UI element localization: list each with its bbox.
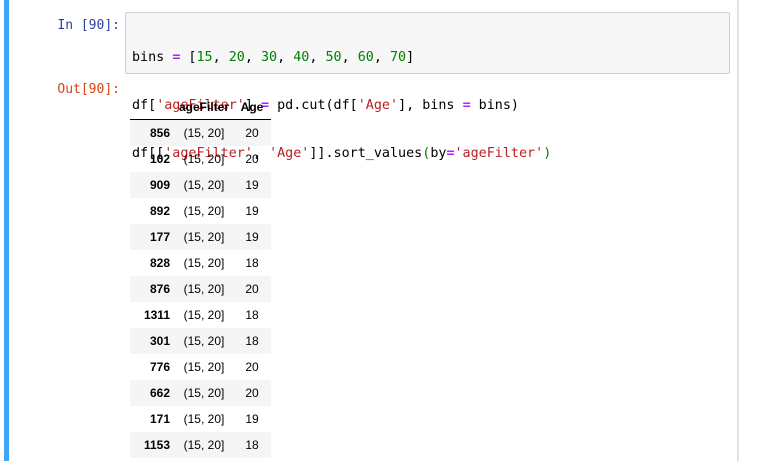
table-row: 1311 (15, 20] 18: [130, 302, 271, 328]
cell-age: 18: [245, 308, 259, 322]
row-index: 171: [149, 412, 170, 426]
row-index: 301: [149, 334, 170, 348]
cell-agefilter: (15, 20]: [183, 334, 225, 348]
row-index: 909: [149, 178, 170, 192]
cell-agefilter: (15, 20]: [183, 204, 225, 218]
row-index: 856: [149, 126, 170, 140]
cell-agefilter: (15, 20]: [183, 256, 225, 270]
input-prompt: In [90]:: [57, 18, 120, 33]
row-index: 876: [149, 282, 170, 296]
table-row: 1153 (15, 20] 18: [130, 432, 271, 458]
table-row: 856 (15, 20] 20: [130, 119, 271, 146]
cell-agefilter: (15, 20]: [183, 438, 225, 452]
table-row: 892 (15, 20] 19: [130, 198, 271, 224]
cell-age: 20: [245, 360, 259, 374]
table-header-row: ageFilter Age: [130, 95, 271, 120]
column-header-agefilter: ageFilter: [175, 95, 233, 120]
row-index: 177: [149, 230, 170, 244]
cell-age: 20: [245, 282, 259, 296]
cell-agefilter: (15, 20]: [183, 152, 225, 166]
code-editor[interactable]: bins = [15, 20, 30, 40, 50, 60, 70] df['…: [125, 12, 730, 161]
cell-age: 18: [245, 256, 259, 270]
table-body: 856 (15, 20] 20 102 (15, 20] 20 909 (15, 20] 19 8…: [130, 119, 271, 458]
table-row: 876 (15, 20] 20: [130, 276, 271, 302]
dataframe-output: ageFilter Age 856 (15, 20] 20 102 (15, 20] 20…: [130, 95, 271, 458]
row-index: 828: [149, 256, 170, 270]
index-header: [130, 95, 175, 120]
code-line-1: bins = [15, 20, 30, 40, 50, 60, 70]: [132, 50, 415, 65]
row-index: 1311: [143, 308, 170, 322]
row-index: 892: [149, 204, 170, 218]
table-row: 102 (15, 20] 20: [130, 146, 271, 172]
row-index: 102: [149, 152, 170, 166]
cell-agefilter: (15, 20]: [183, 178, 225, 192]
notebook-right-margin: [738, 0, 762, 461]
cell-age: 19: [245, 230, 259, 244]
table-row: 301 (15, 20] 18: [130, 328, 271, 354]
cell-age: 18: [245, 438, 259, 452]
cell-age: 19: [245, 204, 259, 218]
table-row: 776 (15, 20] 20: [130, 354, 271, 380]
table-row: 171 (15, 20] 19: [130, 406, 271, 432]
cell-age: 20: [245, 386, 259, 400]
cell-age: 20: [245, 126, 259, 140]
cell-agefilter: (15, 20]: [183, 308, 225, 322]
row-index: 662: [149, 386, 170, 400]
cell-agefilter: (15, 20]: [183, 360, 225, 374]
table-row: 909 (15, 20] 19: [130, 172, 271, 198]
column-header-age: Age: [233, 95, 271, 120]
table-row: 828 (15, 20] 18: [130, 250, 271, 276]
cell-agefilter: (15, 20]: [183, 386, 225, 400]
output-prompt: Out[90]:: [57, 82, 120, 97]
table-row: 177 (15, 20] 19: [130, 224, 271, 250]
cell-age: 19: [245, 412, 259, 426]
cell-age: 20: [245, 152, 259, 166]
cell-agefilter: (15, 20]: [183, 126, 225, 140]
table-row: 662 (15, 20] 20: [130, 380, 271, 406]
cell-agefilter: (15, 20]: [183, 412, 225, 426]
cell-agefilter: (15, 20]: [183, 282, 225, 296]
row-index: 776: [149, 360, 170, 374]
cell-age: 18: [245, 334, 259, 348]
cell-age: 19: [245, 178, 259, 192]
cell-selection-bar: [4, 0, 9, 461]
row-index: 1153: [143, 438, 170, 452]
cell-agefilter: (15, 20]: [183, 230, 225, 244]
